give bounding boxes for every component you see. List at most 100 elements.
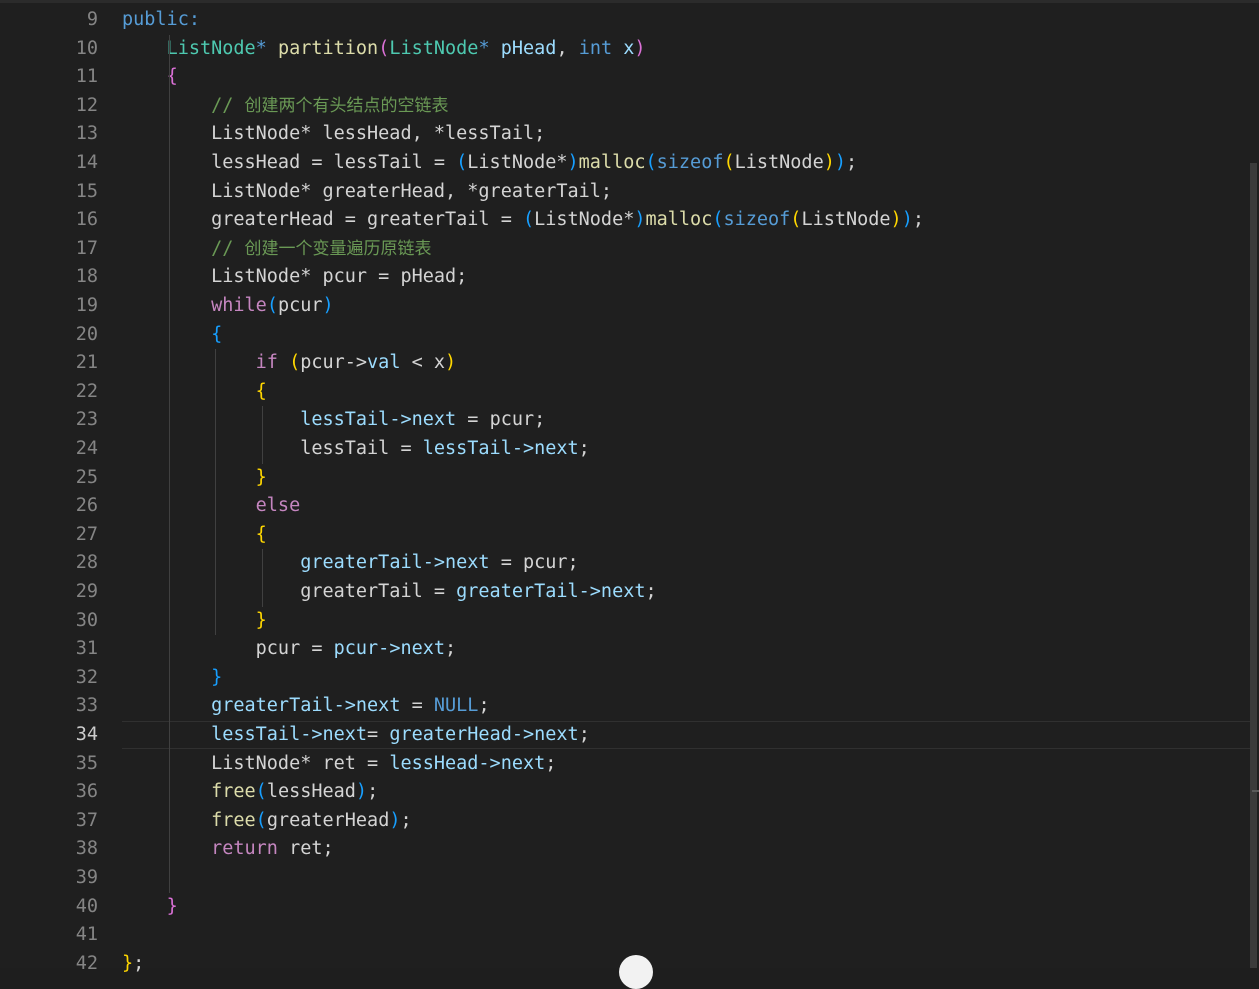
code-line[interactable]: } [122, 893, 178, 922]
vertical-scrollbar[interactable] [1249, 0, 1259, 968]
code-token: pcur->next [333, 638, 446, 660]
line-number: 14 [75, 152, 98, 173]
code-token: , [556, 37, 579, 59]
code-line[interactable]: pcur = pcur->next; [122, 635, 457, 664]
code-line[interactable]: greaterTail->next = NULL; [122, 692, 489, 721]
code-token: malloc [578, 152, 646, 173]
floating-chat-bubble[interactable] [619, 955, 653, 989]
code-token: 创建一个变量遍历原链表 [244, 238, 432, 259]
code-line[interactable]: greaterTail = greaterTail->next; [122, 578, 656, 607]
code-token: ListNode [801, 209, 891, 231]
scrollbar-thumb[interactable] [1250, 163, 1257, 968]
code-line[interactable]: lessTail->next= greaterHead->next; [122, 721, 590, 750]
code-line[interactable]: return ret; [122, 835, 334, 864]
code-line[interactable]: if (pcur->val < x) [122, 349, 457, 378]
code-token: greaterTail->next [456, 581, 646, 602]
code-token: greaterHead = greaterTail = [122, 209, 523, 231]
code-token: free [211, 809, 256, 831]
code-token: < x [400, 352, 446, 374]
code-area[interactable]: public: ListNode* partition(ListNode* pH… [122, 0, 1249, 974]
line-number: 23 [75, 409, 98, 431]
code-token: ( [266, 295, 278, 316]
scrollbar-cursor-marker [1252, 790, 1259, 792]
line-number: 40 [75, 895, 98, 917]
code-token: ; [400, 809, 412, 831]
line-number: 42 [75, 952, 98, 974]
code-line[interactable]: while(pcur) [122, 292, 334, 321]
line-number: 35 [75, 752, 98, 774]
line-number: 11 [75, 66, 98, 88]
line-number: 15 [75, 180, 98, 202]
code-token: ( [645, 152, 657, 173]
code-token: greaterHead->next [389, 724, 579, 745]
code-line[interactable]: { [122, 321, 222, 350]
line-number: 33 [75, 695, 98, 717]
code-line[interactable]: { [122, 521, 267, 550]
line-number: 18 [75, 266, 98, 288]
indent-guide [262, 406, 263, 464]
code-token: ( [255, 781, 267, 803]
code-line[interactable]: } [122, 607, 267, 636]
code-token: ListNode* [467, 152, 568, 173]
code-token: ; [578, 724, 590, 745]
code-token: ) [355, 781, 368, 803]
code-line[interactable]: ListNode* partition(ListNode* pHead, int… [122, 35, 646, 64]
code-line[interactable]: } [122, 464, 267, 493]
line-number: 28 [75, 552, 98, 574]
code-line[interactable]: lessTail = lessTail->next; [122, 435, 590, 464]
code-token: pcur [277, 295, 323, 316]
indent-guide [215, 349, 216, 636]
code-token: // [211, 237, 245, 259]
code-token: lessTail->next [300, 409, 457, 431]
code-token: if [255, 352, 278, 374]
code-token: ; [445, 638, 457, 660]
code-token: lessHead [266, 781, 356, 803]
code-line[interactable]: greaterHead = greaterTail = (ListNode*)m… [122, 206, 924, 235]
code-token: val [367, 352, 401, 374]
code-token: sizeof [723, 209, 791, 231]
code-token: greaterHead [266, 809, 390, 831]
code-line[interactable]: free(greaterHead); [122, 807, 412, 836]
code-token: ( [255, 809, 267, 831]
code-token: int [578, 37, 613, 59]
indent-guide [169, 34, 170, 893]
code-line[interactable]: free(lessHead); [122, 778, 378, 807]
code-token: } [211, 666, 223, 688]
code-line[interactable]: { [122, 378, 267, 407]
code-editor[interactable]: 9 10 11 12 13 14 15 16 17 18 19 20 21 22 23 24 25 26 27 28 2… [0, 0, 1259, 989]
code-line[interactable]: // 创建两个有头结点的空链表 [122, 92, 448, 121]
code-line[interactable]: else [122, 492, 301, 521]
code-line[interactable]: lessTail->next = pcur; [122, 406, 545, 435]
line-number: 25 [75, 466, 98, 488]
code-line[interactable]: lessHead = lessTail = (ListNode*)malloc(… [122, 149, 857, 178]
code-token: { [211, 323, 223, 345]
code-line[interactable]: public: [122, 6, 200, 35]
code-token: ListNode [389, 37, 479, 59]
code-line[interactable]: }; [122, 950, 144, 979]
code-line[interactable]: ListNode* greaterHead, *greaterTail; [122, 178, 612, 207]
code-token: { [255, 380, 267, 402]
code-token: ; [545, 752, 557, 774]
line-number: 38 [75, 838, 98, 860]
line-number: 39 [75, 867, 98, 888]
code-token: greaterTail = [122, 581, 457, 602]
code-line[interactable]: ListNode* lessHead, *lessTail; [122, 120, 545, 149]
code-line[interactable]: ListNode* ret = lessHead->next; [122, 750, 556, 779]
line-number: 36 [75, 781, 98, 803]
code-line[interactable]: ListNode* pcur = pHead; [122, 263, 467, 292]
code-line[interactable]: greaterTail->next = pcur; [122, 549, 578, 578]
code-token: ) [901, 209, 913, 231]
code-token: NULL [433, 695, 479, 717]
code-line[interactable]: } [122, 664, 222, 693]
line-number-gutter[interactable]: 9 10 11 12 13 14 15 16 17 18 19 20 21 22 23 24 25 26 27 28 2… [0, 0, 110, 974]
code-token: free [211, 781, 256, 803]
